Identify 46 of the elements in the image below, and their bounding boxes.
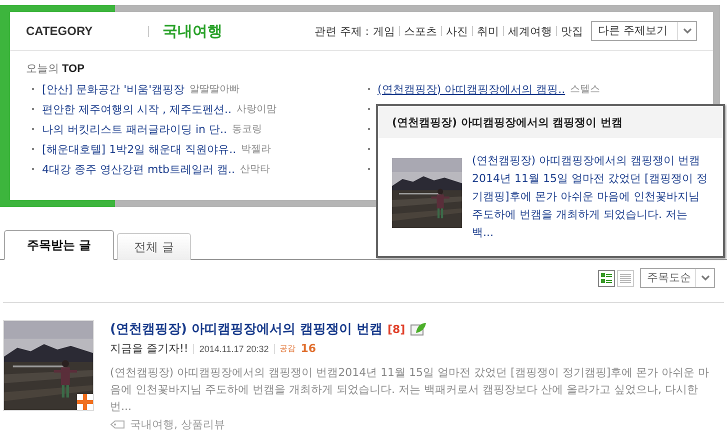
note-leaf-icon bbox=[410, 322, 428, 336]
chevron-down-icon bbox=[682, 28, 692, 34]
topic-link[interactable]: 사진 bbox=[446, 24, 468, 38]
comment-count: [8] bbox=[387, 322, 406, 336]
popup-title: (연천캠핑장) 아띠캠핑장에서의 캠핑쟁이 번캠 bbox=[378, 106, 723, 138]
topic-link[interactable]: 게임 bbox=[373, 24, 395, 38]
article-author: 박젤라 bbox=[241, 143, 272, 156]
article-author: 사랑이맘 bbox=[236, 103, 276, 116]
thumbnail-list-icon bbox=[601, 272, 612, 284]
topic-link[interactable]: 취미 bbox=[477, 24, 499, 38]
plus-icon[interactable] bbox=[77, 394, 93, 410]
article-author: 동코링 bbox=[232, 123, 262, 136]
post-tags: 국내여행, 상품리뷰 bbox=[130, 417, 225, 432]
article-link[interactable]: 편안한 제주여행의 시작 , 제주도펜션.. bbox=[42, 102, 232, 116]
topic-dropdown[interactable]: 다른 주제보기 bbox=[591, 21, 697, 41]
article-link[interactable]: [안산] 문화공간 '비움'캠핑장 bbox=[42, 82, 185, 96]
tab[interactable]: 전체 글 bbox=[117, 233, 192, 260]
article-link[interactable]: 나의 버킷리스트 패러글라이딩 in 단.. bbox=[42, 122, 228, 136]
category-name: 국내여행 bbox=[162, 22, 223, 40]
list-icon bbox=[620, 272, 631, 284]
article-link[interactable]: (연천캠핑장) 아띠캠핑장에서의 캠핑.. bbox=[378, 82, 566, 96]
post-date: 2014.11.17 20:32 bbox=[199, 344, 269, 354]
topic-link[interactable]: 세계여행 bbox=[508, 24, 552, 38]
section-heading: TOP bbox=[62, 63, 84, 75]
topic-link[interactable]: 맛집 bbox=[561, 24, 583, 38]
article-link[interactable]: [해운대호텔] 1박2일 해운대 직원야유.. bbox=[42, 142, 236, 156]
likes-label: 공감 bbox=[280, 343, 296, 354]
category-label: CATEGORY bbox=[26, 24, 93, 38]
likes-count: 16 bbox=[300, 342, 316, 355]
thumbnail-view-button[interactable] bbox=[598, 270, 615, 286]
tab[interactable]: 주목받는 글 bbox=[4, 230, 114, 260]
article-link[interactable]: 4대강 종주 영산강편 mtb트레일러 캠.. bbox=[42, 162, 235, 176]
article-author: 알딸딸아빠 bbox=[190, 83, 240, 96]
related-topics-label: 관련 주제 : bbox=[314, 24, 369, 38]
tag-icon bbox=[110, 420, 125, 429]
chevron-down-icon bbox=[700, 275, 710, 281]
section-prefix: 오늘의 bbox=[26, 61, 59, 76]
popup-text: (연천캠핑장) 아띠캠핑장에서의 캠핑쟁이 번캠2014년 11월 15일 얼마전 갔었던 [캠핑쟁이 정기캠핑]후에 몬가 아쉬운 마음에 인천꽃바지님 주도하에 번캠을 개최하게 되었습니다. 저는 백... bbox=[472, 153, 708, 241]
sort-dropdown[interactable]: 주목도순 bbox=[640, 268, 715, 288]
article-author: 산막타 bbox=[240, 163, 270, 176]
post-title[interactable]: (연천캠핑장) 아띠캠핑장에서의 캠핑쟁이 번캠 bbox=[110, 320, 382, 338]
post-summary: (연천캠핑장) 아띠캠핑장에서의 캠핑쟁이 번캠2014년 11월 15일 얼마전 갔었던 [캠핑쟁이 정기캠핑]후에 몬가 아쉬운 마음에 인천꽃바지님 주도하에 번캠을 개최하게 되었습니다. 저는 백패커로서 캠핑장보다 산에 올라가고 싶었으나, 다시한번... bbox=[110, 365, 710, 415]
topic-link[interactable]: 스포츠 bbox=[404, 24, 437, 38]
list-view-button[interactable] bbox=[617, 270, 634, 286]
article-author: 스텔스 bbox=[570, 83, 600, 96]
author: 지금을 즐기자!! bbox=[110, 341, 188, 356]
